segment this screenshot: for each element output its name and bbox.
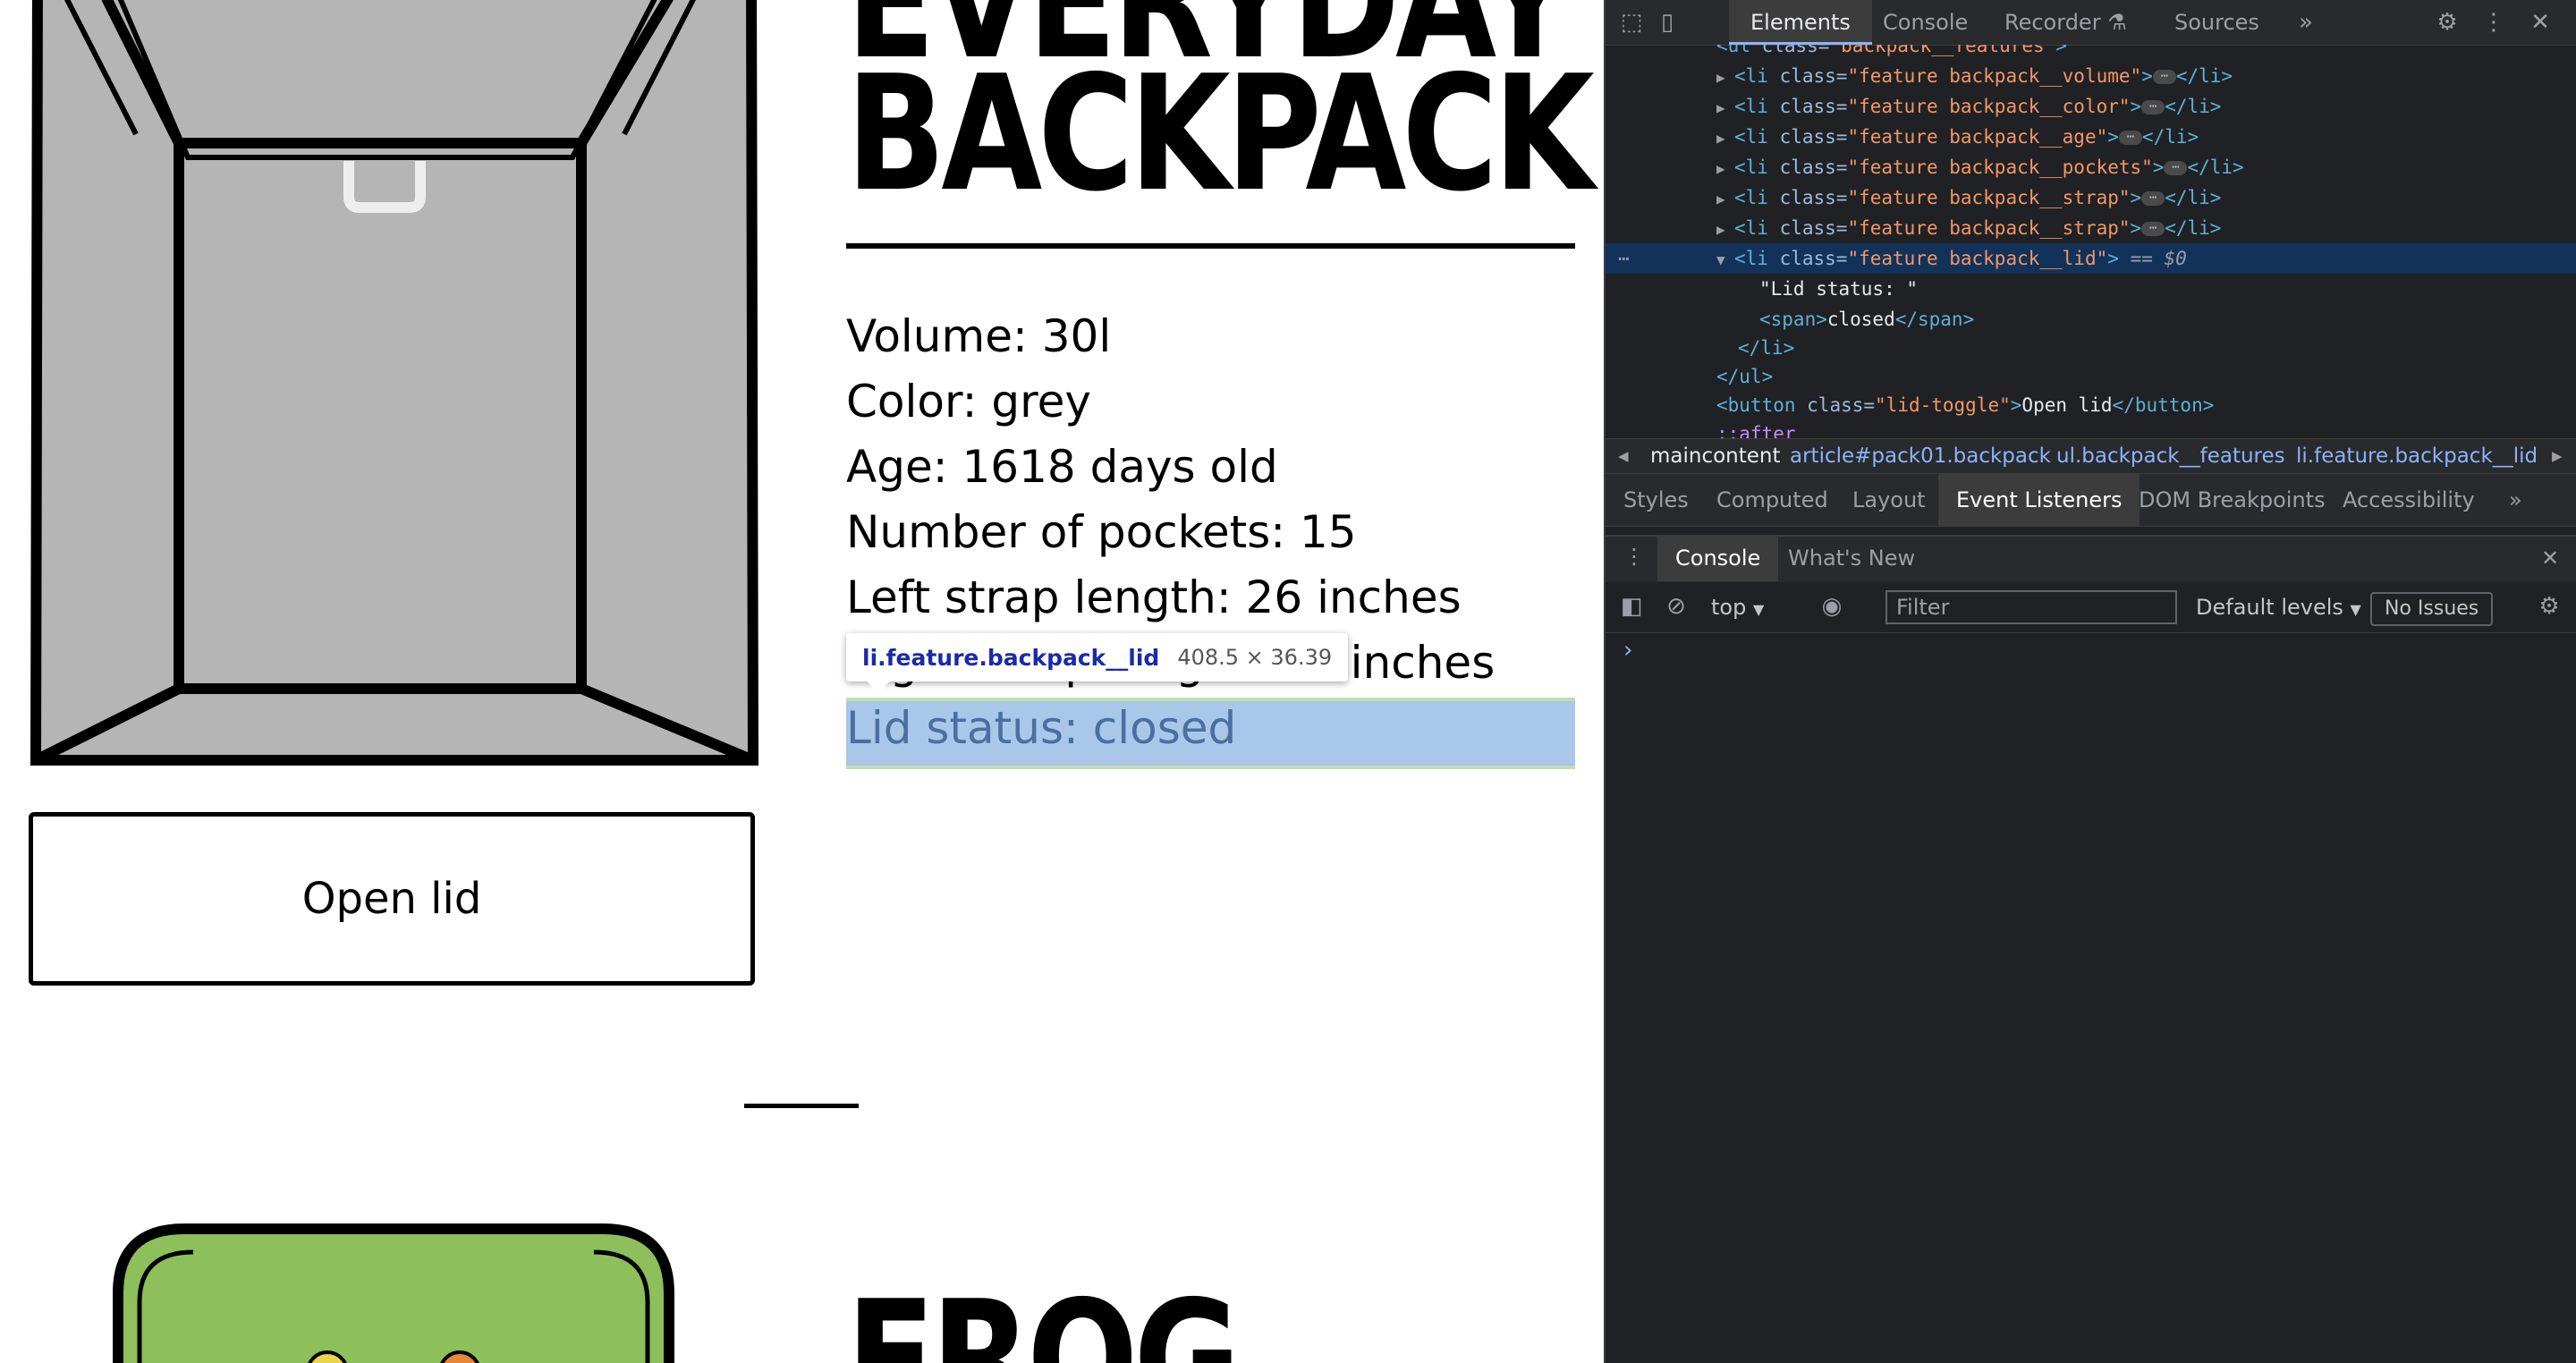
- context-selector[interactable]: top ▼: [1711, 582, 1764, 632]
- dom-node-li-color[interactable]: ▶ <li class="feature backpack__color"> ⋯ </…: [1606, 91, 2576, 122]
- dom-node-button[interactable]: <button class="lid-toggle">Open lid</but…: [1606, 390, 2576, 420]
- live-expression-eye-icon[interactable]: ◉: [1818, 593, 1845, 620]
- flask-icon: ⚗: [2107, 10, 2127, 35]
- drawer-tabs: ⋮ Console What's New ✕: [1606, 535, 2576, 584]
- dom-node-li-strap-left[interactable]: ▶ <li class="feature backpack__strap"> ⋯ </…: [1606, 182, 2576, 213]
- context-label: top: [1711, 595, 1747, 620]
- issues-button[interactable]: No Issues: [2370, 592, 2494, 626]
- breadcrumb-ul[interactable]: ul.backpack__features: [2056, 439, 2285, 473]
- dom-node-span[interactable]: <span>closed</span>: [1606, 304, 2576, 334]
- dom-close-li[interactable]: </li>: [1606, 333, 2576, 363]
- console-filter-input[interactable]: Filter: [1885, 590, 2177, 624]
- console-prompt-icon[interactable]: ›: [1623, 637, 1632, 664]
- tab-styles[interactable]: Styles: [1623, 474, 1689, 526]
- dom-node-li-volume[interactable]: ▶ <li class="feature backpack__volume"> ⋯ <…: [1606, 61, 2576, 91]
- feature-left-strap: Left strap length: 26 inches: [846, 571, 1462, 623]
- settings-gear-icon[interactable]: ⚙: [2434, 9, 2461, 36]
- devtools-main-tabs: ⬚ ▯ Elements Console Recorder ⚗ Sources …: [1606, 0, 2576, 46]
- more-sub-tabs-chevron-icon[interactable]: »: [2509, 474, 2522, 526]
- tab-event-listeners[interactable]: Event Listeners: [1938, 474, 2140, 526]
- dom-pseudo-after[interactable]: ::after: [1606, 419, 2576, 438]
- more-tabs-chevron-icon[interactable]: »: [2292, 9, 2319, 36]
- dom-text-node[interactable]: "Lid status: ": [1606, 274, 2576, 304]
- tooltip-selector: li.feature.backpack__lid: [862, 644, 1160, 671]
- breadcrumb-article[interactable]: article#pack01.backpack: [1790, 439, 2051, 473]
- breadcrumb: ◂ maincontent article#pack01.backpack ul…: [1606, 438, 2576, 474]
- webpage-viewport: Open lid EVERYDAY BACKPACK Volume: 30l C…: [0, 0, 1604, 1363]
- feature-color: Color: grey: [846, 376, 1091, 428]
- inspect-element-icon[interactable]: ⬚: [1618, 9, 1645, 36]
- node-actions-icon[interactable]: ⋯: [1618, 243, 1630, 274]
- feature-lid-status: Lid status: closed: [846, 702, 1237, 754]
- drawer-tab-console[interactable]: Console: [1657, 535, 1779, 581]
- tooltip-dimensions: 408.5 × 36.39: [1177, 645, 1333, 670]
- dom-node-li-lid-selected[interactable]: ⋯ ▼ <li class="feature backpack__lid"> ==…: [1606, 243, 2576, 274]
- tab-recorder[interactable]: Recorder ⚗: [2004, 0, 2127, 45]
- drawer-menu-icon[interactable]: ⋮: [1623, 533, 1645, 580]
- tab-sources[interactable]: Sources: [2174, 0, 2259, 45]
- tab-accessibility[interactable]: Accessibility: [2343, 474, 2475, 526]
- clear-console-icon[interactable]: ⊘: [1663, 593, 1690, 620]
- console-settings-gear-icon[interactable]: ⚙: [2536, 593, 2563, 620]
- breadcrumb-maincontent[interactable]: maincontent: [1650, 439, 1781, 473]
- elements-sub-tabs: Styles Computed Layout Event Listeners D…: [1606, 474, 2576, 527]
- dom-node-li-strap-right[interactable]: ▶ <li class="feature backpack__strap"> ⋯ </…: [1606, 213, 2576, 243]
- console-toolbar: ◧ ⊘ top ▼ ◉ Filter Default levels ▼ No I…: [1606, 582, 2576, 633]
- tooltip-arrow: [866, 680, 891, 694]
- tab-console[interactable]: Console: [1883, 0, 1968, 45]
- log-levels-label: Default levels: [2196, 595, 2343, 620]
- feature-pockets: Number of pockets: 15: [846, 506, 1357, 558]
- dom-node-li-pockets[interactable]: ▶ <li class="feature backpack__pockets"> ⋯…: [1606, 152, 2576, 182]
- drawer-tab-whats-new[interactable]: What's New: [1788, 535, 1915, 581]
- frog-backpack-image: [113, 1223, 674, 1363]
- dom-node-ul[interactable]: <ul class="backpack__features">: [1606, 45, 2576, 61]
- chevron-down-icon: ▼: [1752, 601, 1765, 618]
- dom-close-ul[interactable]: </ul>: [1606, 361, 2576, 392]
- tab-layout[interactable]: Layout: [1852, 474, 1926, 526]
- frog-title: FROG: [846, 1266, 1241, 1363]
- tab-elements[interactable]: Elements: [1729, 0, 1872, 45]
- open-lid-button[interactable]: Open lid: [29, 812, 755, 986]
- feature-volume: Volume: 30l: [846, 310, 1112, 362]
- inspect-tooltip: li.feature.backpack__lid 408.5 × 36.39: [846, 633, 1349, 682]
- close-drawer-icon[interactable]: ✕: [2541, 535, 2559, 581]
- close-devtools-icon[interactable]: ✕: [2527, 9, 2554, 36]
- levels-chevron-down-icon: ▼: [2350, 601, 2361, 618]
- breadcrumb-li[interactable]: li.feature.backpack__lid: [2296, 439, 2538, 473]
- backpack-features-list: Volume: 30l Color: grey Age: 1618 days o…: [846, 304, 1495, 761]
- title-rule: [846, 243, 1575, 249]
- backpack-title: EVERYDAY BACKPACK: [846, 0, 1595, 226]
- tab-dom-breakpoints[interactable]: DOM Breakpoints: [2139, 474, 2326, 526]
- elements-dom-tree: <ul class="backpack__features"> ▶ <li cla…: [1606, 45, 2576, 438]
- log-levels-dropdown[interactable]: Default levels ▼: [2196, 582, 2361, 632]
- section-divider: [744, 1104, 859, 1108]
- devtools-panel: ⬚ ▯ Elements Console Recorder ⚗ Sources …: [1604, 0, 2576, 1363]
- backpack-image: [30, 0, 759, 766]
- tab-computed[interactable]: Computed: [1716, 474, 1828, 526]
- breadcrumb-scroll-left-icon[interactable]: ◂: [1618, 439, 1629, 473]
- feature-age: Age: 1618 days old: [846, 441, 1278, 493]
- tab-recorder-label: Recorder: [2004, 10, 2101, 35]
- dom-node-li-age[interactable]: ▶ <li class="feature backpack__age"> ⋯ </li…: [1606, 122, 2576, 152]
- more-options-icon[interactable]: ⋮: [2480, 9, 2507, 36]
- breadcrumb-scroll-right-icon[interactable]: ▸: [2552, 439, 2563, 473]
- sidebar-toggle-icon[interactable]: ◧: [1618, 593, 1645, 620]
- title-line-2: BACKPACK: [846, 41, 1595, 226]
- device-toolbar-icon[interactable]: ▯: [1654, 9, 1681, 36]
